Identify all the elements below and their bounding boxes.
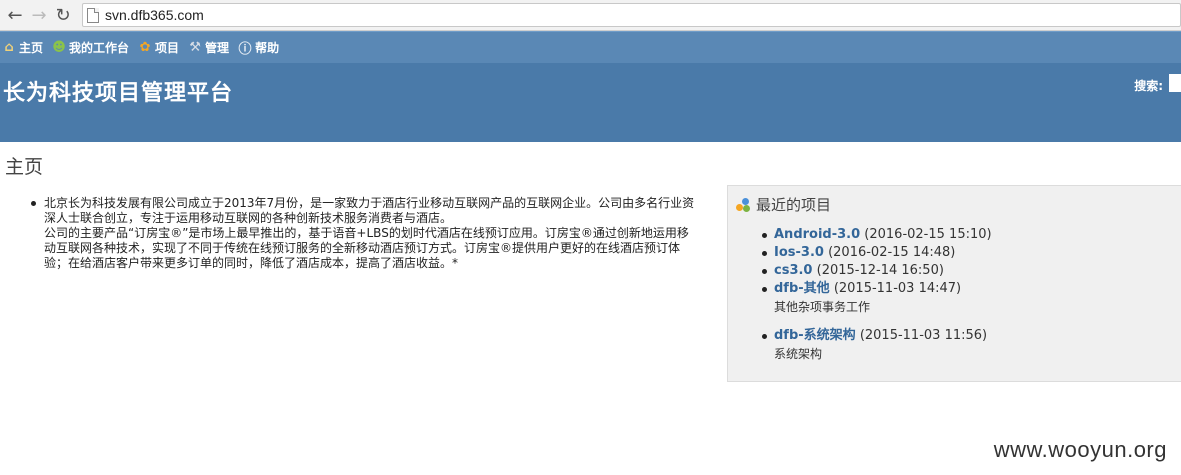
project-date: (2015-11-03 11:56) bbox=[859, 328, 988, 343]
search-input[interactable] bbox=[1169, 74, 1181, 92]
forward-arrow-icon[interactable]: → bbox=[28, 4, 50, 26]
project-link[interactable]: dfb-系统架构 bbox=[774, 328, 856, 343]
top-menu: ⌂ 主页 ☻ 我的工作台 ✿ 项目 ⚒ 管理 ⓘ 帮助 bbox=[0, 31, 1181, 63]
menu-item-home[interactable]: ⌂ 主页 bbox=[2, 39, 43, 56]
watermark: www.wooyun.org bbox=[993, 437, 1167, 462]
intro-paragraph: 北京长为科技发展有限公司成立于2013年7月份，是一家致力于酒店行业移动互联网产… bbox=[44, 196, 695, 270]
back-arrow-icon[interactable]: ← bbox=[4, 4, 26, 26]
url-text[interactable]: svn.dfb365.com bbox=[105, 7, 204, 23]
recent-projects-header: 最近的项目 bbox=[736, 194, 831, 215]
recent-projects-panel: 最近的项目 Android-3.0 (2016-02-15 15:10) Ios… bbox=[727, 185, 1181, 382]
project-date: (2015-12-14 16:50) bbox=[816, 263, 944, 278]
menu-label: 帮助 bbox=[255, 41, 280, 55]
wrench-icon: ⚒ bbox=[189, 40, 201, 55]
menu-item-help[interactable]: ⓘ 帮助 bbox=[238, 38, 280, 57]
menu-item-my-workspace[interactable]: ☻ 我的工作台 bbox=[52, 39, 129, 56]
site-header: 长为科技项目管理平台 搜索: bbox=[0, 63, 1181, 142]
menu-item-admin[interactable]: ⚒ 管理 bbox=[188, 39, 229, 56]
search-label: 搜索: bbox=[1134, 79, 1163, 93]
list-item: dfb-其他 (2015-11-03 14:47) 其他杂项事务工作 bbox=[762, 280, 992, 316]
intro-text: 北京长为科技发展有限公司成立于2013年7月份，是一家致力于酒店行业移动互联网产… bbox=[31, 196, 700, 271]
recent-projects-list: Android-3.0 (2016-02-15 15:10) Ios-3.0 (… bbox=[762, 226, 992, 363]
recent-projects-title: 最近的项目 bbox=[756, 196, 832, 214]
site-title: 长为科技项目管理平台 bbox=[3, 81, 234, 106]
page-title: 主页 bbox=[5, 156, 44, 178]
project-link[interactable]: dfb-其他 bbox=[774, 281, 830, 296]
menu-label: 管理 bbox=[205, 41, 230, 55]
reload-icon[interactable]: ↻ bbox=[52, 4, 74, 26]
menu-label: 项目 bbox=[155, 41, 180, 55]
project-link[interactable]: Ios-3.0 bbox=[774, 245, 824, 260]
list-item: Android-3.0 (2016-02-15 15:10) bbox=[762, 226, 992, 244]
project-link[interactable]: cs3.0 bbox=[774, 263, 812, 278]
page-icon bbox=[87, 7, 99, 23]
project-description: 其他杂项事务工作 bbox=[774, 300, 871, 314]
projects-icon: ✿ bbox=[139, 40, 151, 55]
projects-icon bbox=[736, 197, 750, 212]
list-item: Ios-3.0 (2016-02-15 14:48) bbox=[762, 244, 992, 262]
list-item: dfb-系统架构 (2015-11-03 11:56) 系统架构 bbox=[762, 327, 992, 363]
menu-label: 主页 bbox=[19, 41, 44, 55]
project-date: (2016-02-15 15:10) bbox=[864, 227, 992, 242]
list-item: cs3.0 (2015-12-14 16:50) bbox=[762, 262, 992, 280]
home-icon: ⌂ bbox=[4, 40, 14, 55]
project-link[interactable]: Android-3.0 bbox=[774, 227, 860, 242]
project-date: (2016-02-15 14:48) bbox=[828, 245, 956, 260]
user-icon: ☻ bbox=[52, 40, 66, 55]
menu-item-projects[interactable]: ✿ 项目 bbox=[138, 39, 179, 56]
help-icon: ⓘ bbox=[238, 42, 252, 57]
browser-toolbar: ← → ↻ svn.dfb365.com bbox=[0, 0, 1181, 31]
project-date: (2015-11-03 14:47) bbox=[833, 281, 962, 296]
project-description: 系统架构 bbox=[774, 347, 823, 361]
menu-label: 我的工作台 bbox=[69, 41, 130, 55]
address-bar[interactable]: svn.dfb365.com bbox=[82, 3, 1181, 27]
